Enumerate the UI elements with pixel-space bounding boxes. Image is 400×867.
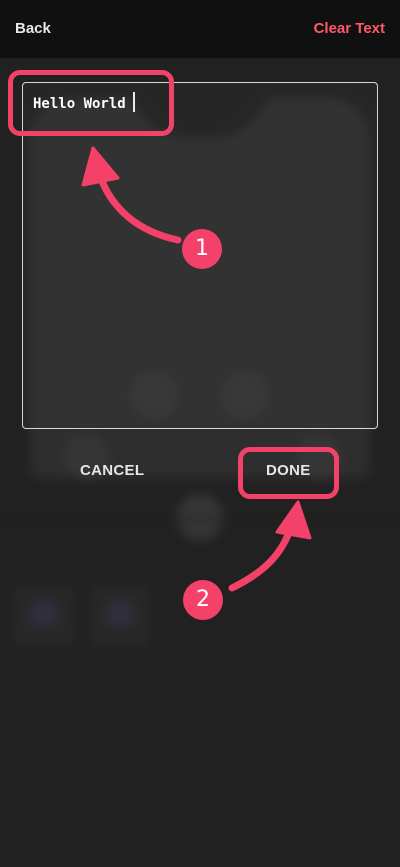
clear-text-button[interactable]: Clear Text (314, 20, 385, 37)
step-1-badge: 1 (182, 229, 222, 269)
back-button[interactable]: Back (15, 20, 51, 37)
highlight-text-input (8, 70, 174, 136)
highlight-done-button (238, 447, 339, 499)
top-bar: Back Clear Text (0, 0, 400, 58)
cancel-button[interactable]: CANCEL (80, 462, 144, 479)
step-2-badge: 2 (183, 580, 223, 620)
